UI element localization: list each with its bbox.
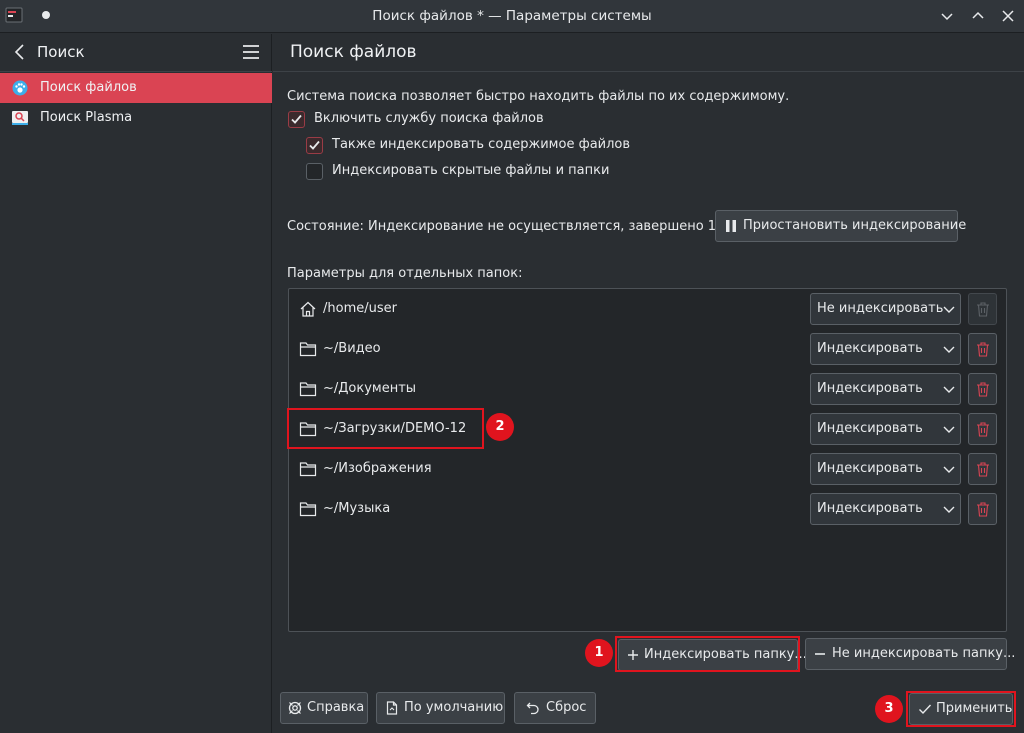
sidebar-item-file-search[interactable]: Поиск файлов <box>0 73 272 103</box>
index-mode-value: Индексировать <box>817 421 923 436</box>
close-icon[interactable] <box>998 6 1018 26</box>
page-title: Поиск файлов <box>290 42 417 62</box>
document-defaults-icon <box>386 701 398 715</box>
checkbox-index-content[interactable] <box>306 137 323 154</box>
index-mode-value: Индексировать <box>817 461 923 476</box>
index-mode-select[interactable]: Индексировать <box>810 373 961 405</box>
checkmark-icon <box>291 114 302 124</box>
sidebar-title[interactable]: Поиск <box>37 43 85 61</box>
folder-path: ~/Музыка <box>323 501 391 516</box>
highlight-folder-row <box>287 408 484 449</box>
main-header: Поиск файлов <box>273 34 1024 72</box>
sidebar-header: Поиск <box>0 34 272 72</box>
checkbox-enable-search[interactable] <box>288 111 305 128</box>
help-label: Справка <box>307 700 365 715</box>
chevron-down-icon <box>943 346 955 353</box>
hamburger-menu-icon[interactable] <box>242 44 260 60</box>
minimize-icon[interactable] <box>937 6 957 26</box>
folder-icon <box>299 502 317 517</box>
folder-icon <box>299 342 317 357</box>
index-mode-select[interactable]: Индексировать <box>810 413 961 445</box>
step-marker-2: 2 <box>486 413 514 441</box>
defaults-label: По умолчанию <box>404 700 504 715</box>
trash-icon <box>977 382 989 397</box>
maximize-icon[interactable] <box>968 6 988 26</box>
checkbox-index-hidden[interactable] <box>306 163 323 180</box>
folder-path: /home/user <box>323 301 397 316</box>
add-excluded-folder-button[interactable]: Не индексировать папку... <box>805 638 1015 670</box>
step-marker-3: 3 <box>875 695 903 723</box>
status-text: Состояние: Индексирование не осуществляе… <box>287 219 745 234</box>
index-mode-select[interactable]: Индексировать <box>810 493 961 525</box>
chevron-down-icon <box>943 506 955 513</box>
sidebar-item-label: Поиск файлов <box>40 80 137 95</box>
home-icon <box>300 301 316 317</box>
undo-icon <box>526 702 539 715</box>
trash-icon <box>977 422 989 437</box>
folder-row: ~/Изображения Индексировать <box>289 449 1006 489</box>
checkbox-label: Включить службу поиска файлов <box>314 111 544 126</box>
folder-list: /home/user Не индексировать ~/Видео Инде… <box>288 288 1007 632</box>
delete-folder-button[interactable] <box>968 373 997 405</box>
title-bar: Поиск файлов * — Параметры системы <box>0 0 1024 33</box>
index-mode-value: Индексировать <box>817 341 923 356</box>
highlight-apply <box>906 691 1016 727</box>
folder-row: ~/Видео Индексировать <box>289 329 1006 369</box>
window-title: Поиск файлов * — Параметры системы <box>372 8 652 24</box>
description-text: Система поиска позволяет быстро находить… <box>287 89 790 104</box>
folder-icon <box>299 462 317 477</box>
highlight-add-folder <box>615 636 800 672</box>
checkbox-label: Индексировать скрытые файлы и папки <box>332 163 610 178</box>
folder-path: ~/Изображения <box>323 461 432 476</box>
index-mode-value: Не индексировать <box>817 301 944 316</box>
trash-icon <box>977 462 989 477</box>
index-mode-select[interactable]: Индексировать <box>810 453 961 485</box>
help-icon <box>288 701 302 715</box>
checkbox-label: Также индексировать содержимое файлов <box>332 137 631 152</box>
pause-indexing-button[interactable]: Приостановить индексирование <box>715 210 966 242</box>
help-button[interactable]: Справка <box>280 692 368 724</box>
chevron-down-icon <box>943 306 955 313</box>
sidebar-item-label: Поиск Plasma <box>40 110 133 125</box>
delete-folder-button[interactable] <box>968 333 997 365</box>
step-marker-1: 1 <box>585 639 613 667</box>
search-app-icon <box>12 111 28 125</box>
checkmark-icon <box>309 140 320 150</box>
folder-icon <box>299 382 317 397</box>
reset-label: Сброс <box>546 700 587 715</box>
chevron-down-icon <box>943 426 955 433</box>
sidebar: Поиск Поиск файлов Поиск Plasma <box>0 34 272 733</box>
index-mode-select[interactable]: Индексировать <box>810 333 961 365</box>
pause-indexing-label: Приостановить индексирование <box>743 218 967 233</box>
trash-icon <box>977 342 989 357</box>
trash-icon <box>977 302 989 317</box>
back-arrow-icon[interactable] <box>12 43 30 61</box>
folder-row: /home/user Не индексировать <box>289 289 1006 329</box>
defaults-button[interactable]: По умолчанию <box>376 692 505 724</box>
folder-row: ~/Музыка Индексировать <box>289 489 1006 529</box>
delete-folder-button[interactable] <box>968 413 997 445</box>
index-mode-select[interactable]: Не индексировать <box>810 293 961 325</box>
main-content: Поиск файлов Система поиска позволяет бы… <box>273 34 1024 733</box>
chevron-down-icon <box>943 466 955 473</box>
folder-path: ~/Видео <box>323 341 381 356</box>
index-mode-value: Индексировать <box>817 501 923 516</box>
minus-icon <box>815 653 825 655</box>
paw-icon <box>12 80 28 96</box>
folder-path: ~/Документы <box>323 381 417 396</box>
chevron-down-icon <box>943 386 955 393</box>
delete-folder-button[interactable] <box>968 453 997 485</box>
folders-label: Параметры для отдельных папок: <box>287 266 523 281</box>
reset-button[interactable]: Сброс <box>514 692 596 724</box>
sidebar-item-plasma-search[interactable]: Поиск Plasma <box>0 103 272 133</box>
folder-row: ~/Документы Индексировать <box>289 369 1006 409</box>
delete-folder-button[interactable] <box>968 493 997 525</box>
add-excluded-folder-label: Не индексировать папку... <box>832 646 1016 661</box>
delete-folder-button[interactable] <box>968 293 997 325</box>
index-mode-value: Индексировать <box>817 381 923 396</box>
pause-icon <box>726 220 736 232</box>
trash-icon <box>977 502 989 517</box>
